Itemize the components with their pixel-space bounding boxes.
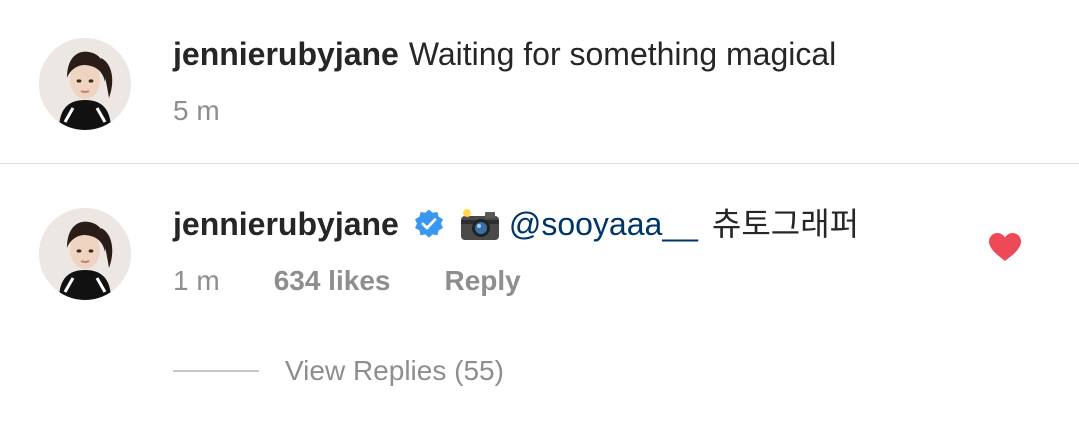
heart-icon[interactable] [988, 232, 1022, 262]
caption-text: Waiting for something magical [408, 36, 837, 72]
avatar[interactable] [39, 38, 131, 130]
avatar-image [39, 38, 131, 130]
caption-row: jennierubyjane Waiting for something mag… [0, 0, 1079, 164]
comment-text: 츄토그래퍼 [711, 206, 860, 242]
caption-username[interactable]: jennierubyjane [173, 34, 399, 74]
replies-divider [173, 370, 259, 372]
likes-count[interactable]: 634 likes [274, 264, 391, 298]
view-replies-button[interactable]: View Replies (55) [173, 354, 504, 388]
comment-line: jennierubyjane @sooyaaa__ 츄토그래퍼 [173, 204, 859, 244]
comment-timestamp: 1 m [173, 265, 220, 296]
verified-badge-icon [414, 209, 443, 238]
avatar-image [39, 208, 131, 300]
reply-button[interactable]: Reply [444, 264, 520, 298]
caption-meta: 5 m [173, 94, 220, 128]
comment-meta: 1 m 634 likes Reply [173, 264, 521, 298]
avatar[interactable] [39, 208, 131, 300]
caption-line: jennierubyjane Waiting for something mag… [173, 34, 836, 74]
caption-timestamp: 5 m [173, 95, 220, 126]
camera-with-flash-icon [460, 208, 499, 240]
comment-username[interactable]: jennierubyjane [173, 204, 399, 244]
view-replies-label: View Replies (55) [285, 355, 504, 386]
user-mention-link[interactable]: @sooyaaa__ [509, 204, 698, 244]
